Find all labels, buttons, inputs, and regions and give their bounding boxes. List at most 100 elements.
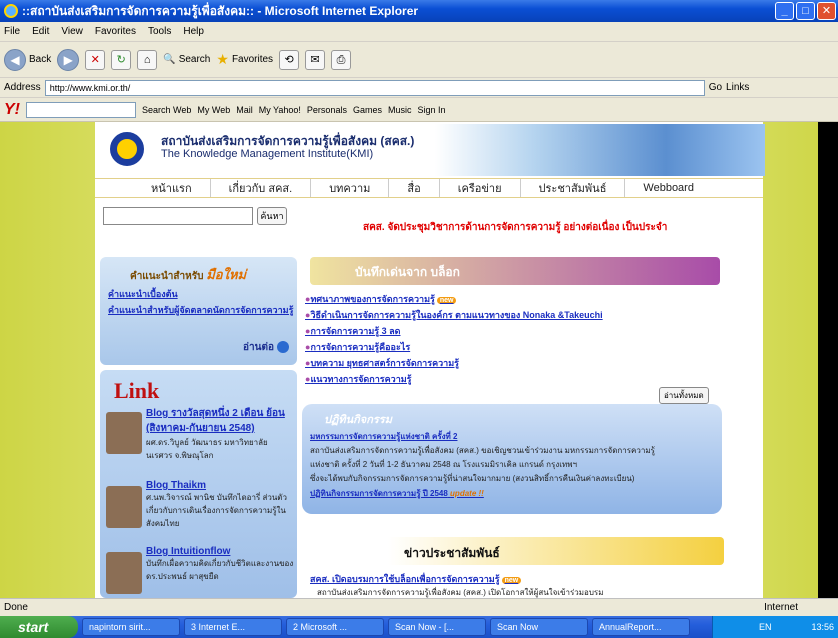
page-edge-strip [818,122,838,598]
yahoo-personals[interactable]: Personals [307,105,347,115]
search-row: ค้นหา สคส. จัดประชุมวิชาการด้านการจัดการ… [95,198,763,238]
pr-header: ข่าวประชาสัมพันธ์ [304,537,724,565]
status-text: Done [4,602,28,613]
menu-file[interactable]: File [4,26,20,37]
nav-home[interactable]: หน้าแรก [133,179,211,197]
beginner-guide-box: คำแนะนำสำหรับ มือใหม่ คำแนะนำเบื้องต้น ค… [100,257,297,365]
org-name-english: The Knowledge Management Institute(KMI) [161,148,374,160]
taskbar-item[interactable]: AnnualReport... [592,618,690,636]
event-title-link[interactable]: มหกรรมการจัดการความรู้แห่งชาติ ครั้งที่ … [310,430,714,443]
clock: 13:56 [811,622,834,632]
nav-webboard[interactable]: Webboard [625,182,712,194]
yahoo-my-yahoo[interactable]: My Yahoo! [259,105,301,115]
blog-list-item[interactable]: แนวทางการจัดการความรู้ [305,372,603,386]
nav-media[interactable]: สื่อ [389,179,440,197]
menu-view[interactable]: View [61,26,83,37]
search-button[interactable]: 🔍 Search [163,54,210,65]
zone-indicator: Internet [764,602,798,613]
home-button[interactable]: ⌂ [137,49,158,70]
taskbar-item[interactable]: Scan Now [490,618,588,636]
menu-tools[interactable]: Tools [148,26,171,37]
menu-help[interactable]: Help [183,26,204,37]
blog-list-item[interactable]: การจัดการความรู้คืออะไร [305,340,603,354]
blog-link[interactable]: Blog รางวัลสุดหนึ่ง 2 เดือน ย้อน (สิงหาค… [146,408,285,434]
links-button[interactable]: Links [726,82,749,93]
news-marquee: สคส. จัดประชุมวิชาการด้านการจัดการความรู… [363,222,668,233]
address-label: Address [4,82,41,93]
address-bar: Address http://www.kmi.or.th/ Go Links [0,78,838,98]
blog-desc: ผศ.ดร.วิบูลย์ วัฒนาธร มหาวิทยาลัยนเรศวร … [146,438,268,460]
stop-button[interactable]: ✕ [85,49,106,70]
menu-favorites[interactable]: Favorites [95,26,136,37]
link-heading: Link [114,378,160,403]
link-box: Link Blog รางวัลสุดหนึ่ง 2 เดือน ย้อน (ส… [100,370,297,598]
taskbar-item[interactable]: 3 Internet E... [184,618,282,636]
nav-about[interactable]: เกี่ยวกับ สคส. [211,179,312,197]
favorites-label: Favorites [231,54,274,65]
beginner-guide-title: คำแนะนำสำหรับ มือใหม่ [130,267,247,282]
yahoo-logo-icon[interactable]: Y! [4,101,20,119]
site-search-input[interactable] [103,207,253,225]
print-button[interactable]: ⎙ [331,49,352,70]
forward-button[interactable]: ▶ [57,48,80,71]
address-input[interactable]: http://www.kmi.or.th/ [44,79,705,96]
blog-list-item[interactable]: วิธีดำเนินการจัดการความรู้ในองค์กร ตามแน… [305,308,602,322]
menu-bar: File Edit View Favorites Tools Help [0,22,838,42]
nav-articles[interactable]: บทความ [311,179,390,197]
pr-item-desc: สถาบันส่งเสริมการจัดการความรู้เพื่อสังคม… [317,588,604,597]
mail-button[interactable]: ✉ [305,49,326,70]
yahoo-music[interactable]: Music [388,105,412,115]
yahoo-mail[interactable]: Mail [236,105,253,115]
event-calendar-link[interactable]: ปฏิทินกิจกรรมการจัดการความรู้ ปี 2548 up… [310,487,714,500]
blog-highlight-header: บันทึกเด่นจาก บล็อก [310,257,720,285]
close-button[interactable]: ✕ [817,2,836,20]
guide-link-market[interactable]: คำแนะนำสำหรับผู้จัดตลาดนัดการจัดการความร… [100,303,297,317]
event-heading: ปฏิทินกิจกรรม [324,414,392,426]
history-button[interactable]: ⟲ [279,49,300,70]
go-button[interactable]: Go [709,82,722,93]
yahoo-search-input[interactable] [26,101,136,118]
taskbar-item[interactable]: Scan Now - [... [388,618,486,636]
maximize-button[interactable]: □ [796,2,815,20]
new-badge: new [436,297,457,304]
taskbar-item[interactable]: napintorn sirit... [82,618,180,636]
minimize-button[interactable]: _ [775,2,794,20]
blog-desc: ศ.นพ.วิจารณ์ พานิช บันทึกไดอารี่ ส่วนตัว… [146,493,287,528]
menu-edit[interactable]: Edit [32,26,49,37]
start-button[interactable]: start [0,616,78,638]
yahoo-toolbar: Y! Search Web My Web Mail My Yahoo! Pers… [0,98,838,122]
yahoo-games[interactable]: Games [353,105,382,115]
yahoo-my-web[interactable]: My Web [197,105,230,115]
back-button[interactable]: ◀ Back [4,48,52,71]
blog-list-item[interactable]: ทศนาภาพของการจัดการความรู้new [305,292,603,306]
ie-icon [4,4,18,18]
nav-pr[interactable]: ประชาสัมพันธ์ [521,179,626,197]
arrow-circle-icon [277,341,289,354]
yahoo-sign-in[interactable]: Sign In [417,105,445,115]
site-search-button[interactable]: ค้นหา [257,207,287,225]
browser-content: สถาบันส่งเสริมการจัดการความรู้เพื่อสังคม… [0,122,838,598]
blog-list-item[interactable]: บทความ ยุทธศาสตร์การจัดการความรู้ [305,356,603,370]
header-banner-image [435,124,765,176]
back-arrow-icon: ◀ [4,48,26,71]
blog-list-item[interactable]: การจัดการความรู้ 3 ลด [305,324,603,338]
language-indicator[interactable]: EN [759,622,772,632]
read-more-link[interactable]: อ่านต่อ [243,340,289,355]
favorites-button[interactable]: ★ Favorites [216,51,273,68]
guide-link-basic[interactable]: คำแนะนำเบื้องต้น [100,287,297,301]
new-badge: new [501,577,522,584]
blog-link[interactable]: Blog Intuitionflow [146,546,230,557]
kmi-logo-icon[interactable] [110,132,144,166]
event-desc-3: ซึ่งจะได้พบกับกิจกรรมการจัดการความรู้ที่… [310,474,635,483]
pr-item-link[interactable]: สคส. เปิดอบรมการใช้บล็อกเพื่อการจัดการคว… [310,572,522,586]
read-all-button[interactable]: อ่านทั้งหมด [659,387,709,404]
nav-network[interactable]: เครือข่าย [440,179,521,197]
taskbar-item[interactable]: 2 Microsoft ... [286,618,384,636]
event-desc-1: สถาบันส่งเสริมการจัดการความรู้เพื่อสังคม… [310,446,655,455]
pr-title: ข่าวประชาสัมพันธ์ [404,546,500,560]
back-label: Back [29,54,52,65]
yahoo-search-web[interactable]: Search Web [142,105,191,115]
blog-link[interactable]: Blog Thaikm [146,480,206,491]
window-title: ::สถาบันส่งเสริมการจัดการความรู้เพื่อสัง… [22,3,419,18]
refresh-button[interactable]: ↻ [111,49,132,70]
